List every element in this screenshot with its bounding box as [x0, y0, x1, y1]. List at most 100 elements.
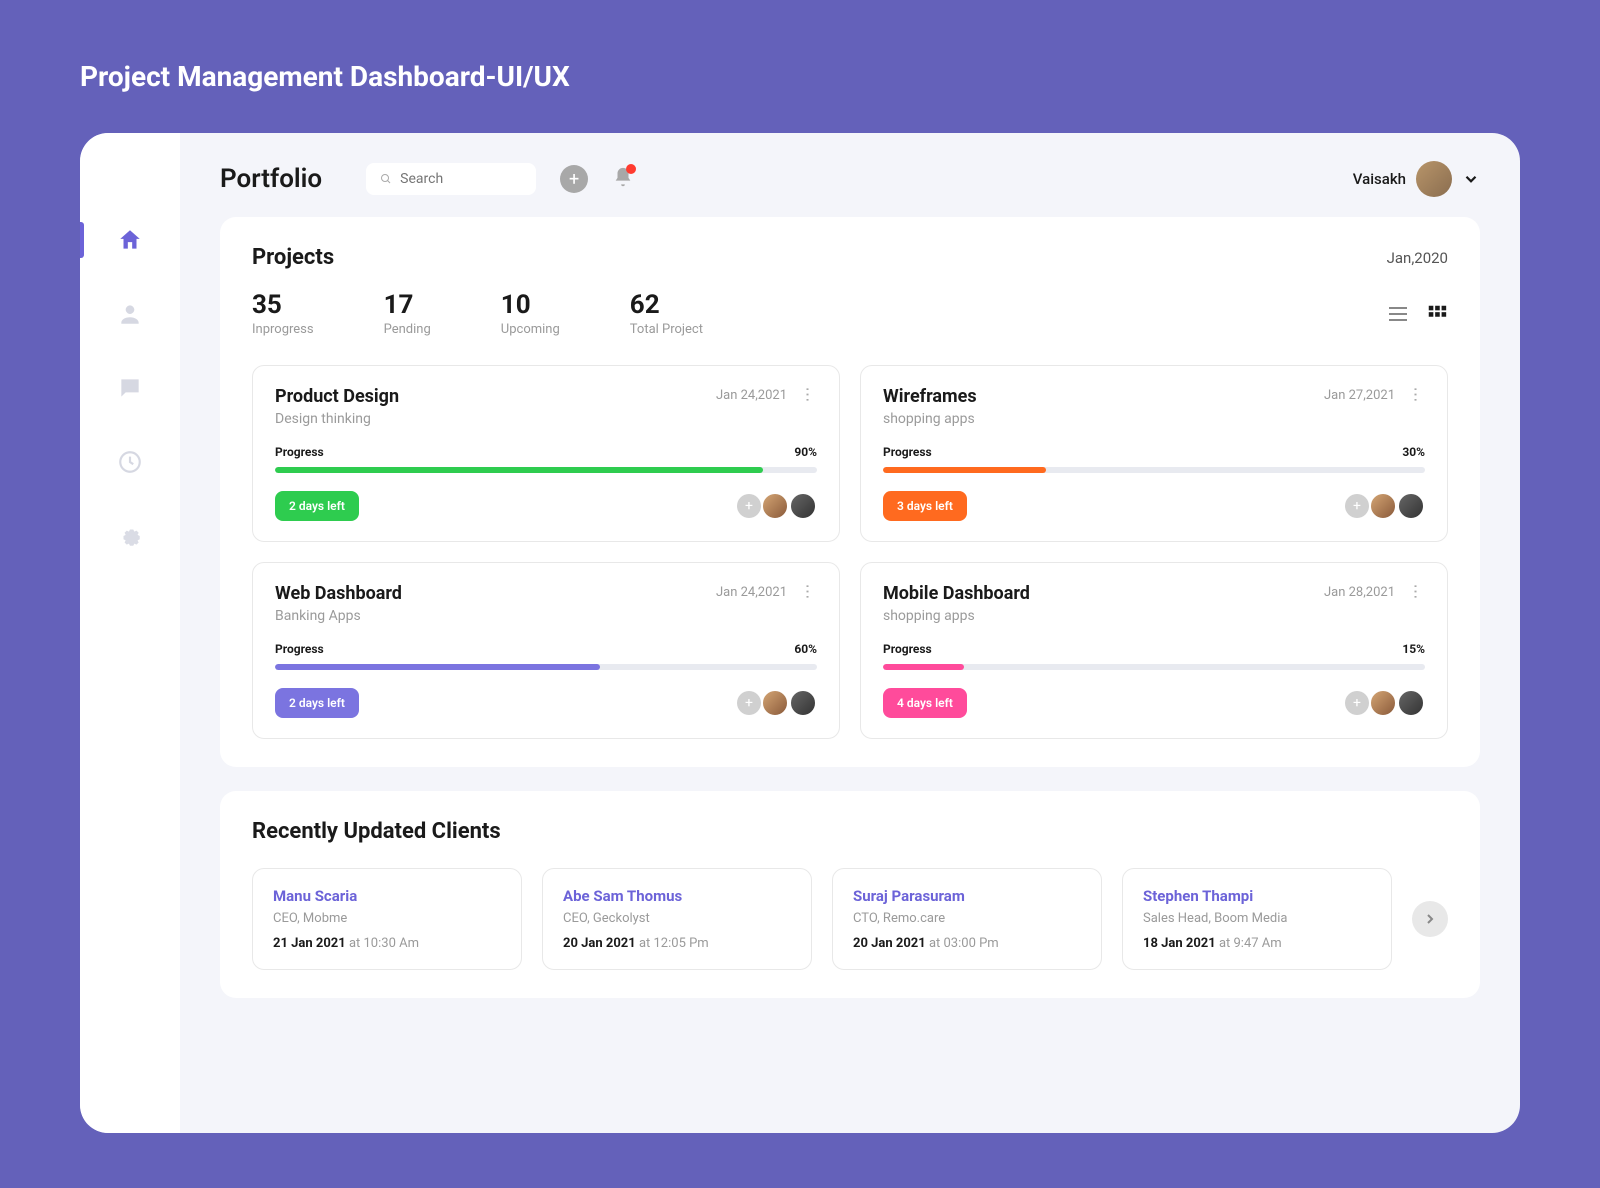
client-card[interactable]: Stephen Thampi Sales Head, Boom Media 18… — [1122, 868, 1392, 970]
notifications-button[interactable] — [612, 166, 634, 192]
outer-page-title: Project Management Dashboard-UI/UX — [80, 60, 1520, 93]
page-title: Portfolio — [220, 164, 322, 194]
card-menu-button[interactable]: ⋯ — [799, 387, 818, 405]
list-view-icon[interactable] — [1386, 302, 1410, 326]
progress-value: 60% — [794, 642, 817, 656]
avatar[interactable] — [761, 492, 789, 520]
stat-upcoming: 10 Upcoming — [501, 290, 560, 337]
avatar[interactable] — [1397, 492, 1425, 520]
clock-icon — [117, 449, 143, 475]
grid-view-icon[interactable] — [1426, 303, 1448, 325]
days-left-badge: 2 days left — [275, 491, 359, 521]
avatar[interactable] — [761, 689, 789, 717]
assignees: + — [1345, 689, 1425, 717]
client-role: Sales Head, Boom Media — [1143, 911, 1371, 926]
chevron-right-icon — [1422, 911, 1438, 927]
avatar[interactable] — [789, 689, 817, 717]
client-role: CTO, Remo.care — [853, 911, 1081, 926]
stat-value: 62 — [630, 290, 703, 320]
progress-value: 15% — [1402, 642, 1425, 656]
main-content: Portfolio + Vaisakh Projects Jan, — [180, 133, 1520, 1133]
assignees: + — [737, 492, 817, 520]
sidebar-item-home[interactable] — [80, 223, 180, 257]
search-input[interactable] — [400, 171, 522, 187]
project-subtitle: Design thinking — [275, 411, 817, 427]
assignees: + — [737, 689, 817, 717]
stat-label: Upcoming — [501, 322, 560, 337]
stat-label: Pending — [384, 322, 431, 337]
clients-panel: Recently Updated Clients Manu Scaria CEO… — [220, 791, 1480, 998]
progress-bar — [883, 664, 1425, 670]
progress-value: 90% — [794, 445, 817, 459]
projects-title: Projects — [252, 245, 334, 270]
project-title: Web Dashboard — [275, 583, 402, 604]
topbar: Portfolio + Vaisakh — [220, 161, 1480, 197]
project-grid: Product Design Jan 24,2021 ⋯ Design thin… — [252, 365, 1448, 739]
project-date: Jan 24,2021 — [716, 585, 787, 600]
plus-icon: + — [569, 169, 579, 190]
progress-fill — [883, 664, 964, 670]
client-name: Manu Scaria — [273, 887, 501, 905]
client-name: Suraj Parasuram — [853, 887, 1081, 905]
clients-title: Recently Updated Clients — [252, 819, 1448, 844]
project-title: Product Design — [275, 386, 399, 407]
card-menu-button[interactable]: ⋯ — [799, 584, 818, 602]
add-assignee-button[interactable]: + — [1345, 494, 1369, 518]
search-box[interactable] — [366, 163, 536, 195]
sidebar-item-time[interactable] — [80, 445, 180, 479]
project-subtitle: Banking Apps — [275, 608, 817, 624]
stat-value: 35 — [252, 290, 314, 320]
user-name-label: Vaisakh — [1353, 170, 1406, 188]
project-card[interactable]: Wireframes Jan 27,2021 ⋯ shopping apps P… — [860, 365, 1448, 542]
project-subtitle: shopping apps — [883, 608, 1425, 624]
days-left-badge: 3 days left — [883, 491, 967, 521]
sidebar — [80, 133, 180, 1133]
client-role: CEO, Mobme — [273, 911, 501, 926]
stat-label: Inprogress — [252, 322, 314, 337]
progress-fill — [883, 467, 1046, 473]
next-clients-button[interactable] — [1412, 901, 1448, 937]
project-card[interactable]: Product Design Jan 24,2021 ⋯ Design thin… — [252, 365, 840, 542]
avatar[interactable] — [789, 492, 817, 520]
card-menu-button[interactable]: ⋯ — [1407, 584, 1426, 602]
avatar[interactable] — [1369, 492, 1397, 520]
add-button[interactable]: + — [560, 165, 588, 193]
sidebar-item-settings[interactable] — [80, 519, 180, 553]
card-menu-button[interactable]: ⋯ — [1407, 387, 1426, 405]
stat-pending: 17 Pending — [384, 290, 431, 337]
avatar[interactable] — [1397, 689, 1425, 717]
home-icon — [117, 227, 143, 253]
notification-dot-icon — [626, 164, 636, 174]
chat-icon — [117, 375, 143, 401]
stat-inprogress: 35 Inprogress — [252, 290, 314, 337]
client-name: Abe Sam Thomus — [563, 887, 791, 905]
progress-value: 30% — [1402, 445, 1425, 459]
app-container: Portfolio + Vaisakh Projects Jan, — [80, 133, 1520, 1133]
sidebar-item-chat[interactable] — [80, 371, 180, 405]
avatar[interactable] — [1369, 689, 1397, 717]
project-date: Jan 27,2021 — [1324, 388, 1395, 403]
progress-bar — [275, 467, 817, 473]
client-card[interactable]: Suraj Parasuram CTO, Remo.care 20 Jan 20… — [832, 868, 1102, 970]
stat-value: 17 — [384, 290, 431, 320]
progress-label: Progress — [883, 642, 932, 656]
project-card[interactable]: Mobile Dashboard Jan 28,2021 ⋯ shopping … — [860, 562, 1448, 739]
client-timestamp: 20 Jan 2021 at 12:05 Pm — [563, 936, 791, 951]
project-date: Jan 24,2021 — [716, 388, 787, 403]
progress-bar — [275, 664, 817, 670]
user-menu[interactable]: Vaisakh — [1353, 161, 1480, 197]
add-assignee-button[interactable]: + — [737, 494, 761, 518]
progress-fill — [275, 664, 600, 670]
add-assignee-button[interactable]: + — [1345, 691, 1369, 715]
days-left-badge: 4 days left — [883, 688, 967, 718]
stat-value: 10 — [501, 290, 560, 320]
project-card[interactable]: Web Dashboard Jan 24,2021 ⋯ Banking Apps… — [252, 562, 840, 739]
projects-date: Jan,2020 — [1387, 249, 1448, 267]
sidebar-item-team[interactable] — [80, 297, 180, 331]
days-left-badge: 2 days left — [275, 688, 359, 718]
client-card[interactable]: Manu Scaria CEO, Mobme 21 Jan 2021 at 10… — [252, 868, 522, 970]
progress-label: Progress — [883, 445, 932, 459]
client-card[interactable]: Abe Sam Thomus CEO, Geckolyst 20 Jan 202… — [542, 868, 812, 970]
add-assignee-button[interactable]: + — [737, 691, 761, 715]
client-role: CEO, Geckolyst — [563, 911, 791, 926]
